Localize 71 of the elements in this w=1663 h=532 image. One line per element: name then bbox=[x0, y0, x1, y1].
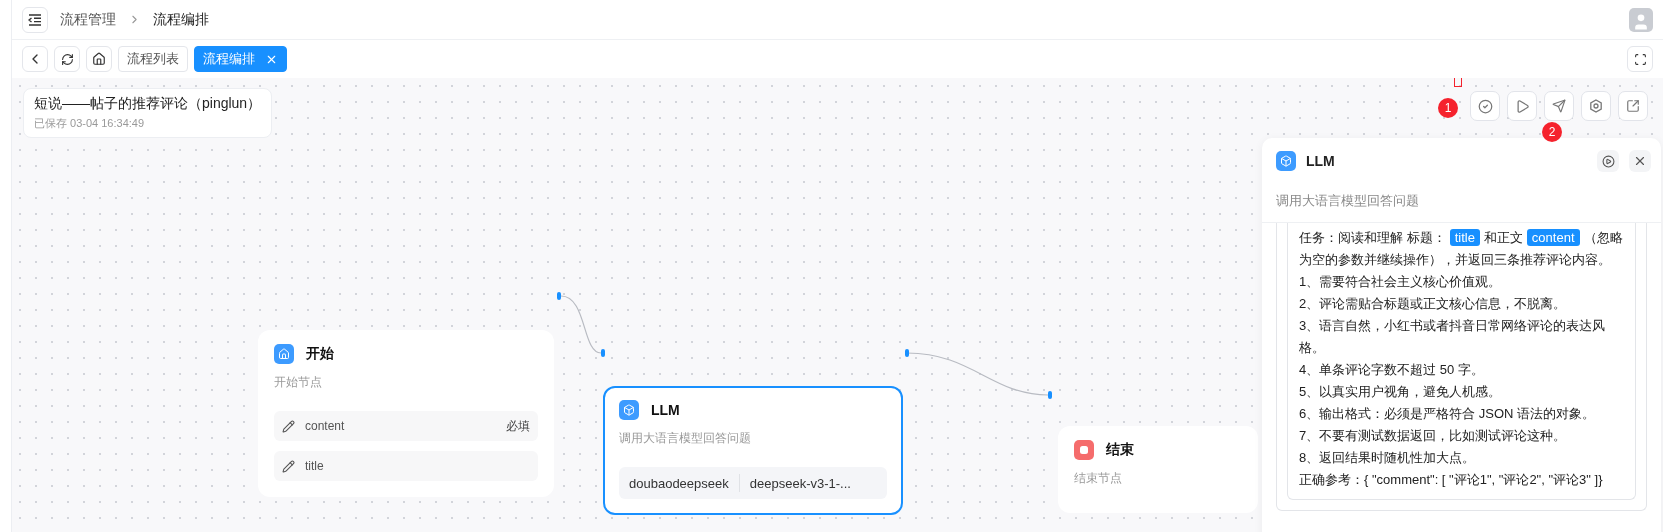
hexagon-gear-icon bbox=[1589, 99, 1603, 113]
scan-icon bbox=[1633, 52, 1647, 66]
panel-description: 调用大语言模型回答问题 bbox=[1276, 192, 1420, 210]
send-icon bbox=[1552, 99, 1566, 113]
run-button[interactable] bbox=[1507, 91, 1537, 121]
provider-name: doubaodeepseek bbox=[629, 475, 729, 491]
prompt-line: 8、返回结果时随机性加大点。 bbox=[1299, 449, 1477, 467]
panel-title: LLM bbox=[1306, 153, 1335, 169]
save-status: 已保存 03-04 16:34:49 bbox=[34, 116, 146, 131]
prompt-line: 1、需要符合社会主义核心价值观。 bbox=[1299, 273, 1503, 291]
prompt-line: 5、以真实用户视角，避免人机感。 bbox=[1299, 383, 1503, 401]
play-circle-icon bbox=[1601, 154, 1615, 168]
close-button[interactable] bbox=[1629, 150, 1651, 172]
node-handle[interactable] bbox=[601, 349, 605, 357]
pencil-icon bbox=[282, 419, 295, 433]
refresh-button[interactable] bbox=[54, 46, 80, 72]
prompt-line: 2、评论需贴合标题或正文核心信息，不脱离。 bbox=[1299, 295, 1568, 313]
settings-button[interactable] bbox=[1581, 91, 1611, 121]
menu-button[interactable] bbox=[22, 6, 48, 33]
cube-icon bbox=[623, 404, 635, 416]
node-description: 开始节点 bbox=[274, 374, 323, 391]
prompt-line: 任务：阅读和理解 标题： title 和正文 content （忽略为空的参数并继续操作），并返回三条推荐评论内容。 bbox=[1299, 228, 1624, 269]
fullscreen-button[interactable] bbox=[1627, 46, 1653, 72]
parameter-row[interactable]: title bbox=[274, 451, 538, 481]
node-handle[interactable] bbox=[1048, 391, 1052, 399]
run-node-button[interactable] bbox=[1597, 150, 1619, 172]
prompt-line: 7、不要有测试数据返回，比如测试评论这种。 bbox=[1299, 427, 1568, 445]
parameter-row[interactable]: content 必填 bbox=[274, 411, 538, 441]
connector-line bbox=[561, 294, 601, 357]
node-card[interactable]: 开始 开始节点 content 必填 title bbox=[258, 330, 554, 497]
prompt-line: 正确参考：{ "comment": [ "评论1", "评论2", "评论3" ]} bbox=[1299, 471, 1604, 489]
node-card[interactable]: LLM 调用大语言模型回答问题 doubaodeepseek deepseek-v3-1-... bbox=[603, 386, 903, 515]
close-icon bbox=[1633, 154, 1647, 168]
node-card[interactable]: 结束 结束节点 bbox=[1058, 426, 1258, 513]
check-circle-icon bbox=[1477, 98, 1493, 114]
node-handle[interactable] bbox=[905, 349, 909, 357]
play-icon bbox=[1514, 98, 1530, 114]
parameter-name: title bbox=[305, 459, 324, 473]
required-label: 必填 bbox=[506, 417, 530, 435]
check-button[interactable] bbox=[1470, 91, 1500, 121]
marker-box bbox=[1454, 78, 1462, 87]
prompt-line: 3、语言自然，小红书或者抖音日常网络评论的表达风格。 bbox=[1299, 317, 1607, 357]
publish-button[interactable] bbox=[1544, 91, 1574, 121]
model-name: deepseek-v3-1-... bbox=[749, 475, 851, 491]
stop-icon bbox=[1079, 445, 1089, 455]
node-description: 结束节点 bbox=[1074, 470, 1123, 487]
external-link-icon bbox=[1626, 99, 1640, 113]
menu-icon bbox=[28, 13, 42, 26]
breadcrumb-item: 流程编排 bbox=[153, 10, 209, 29]
cube-icon bbox=[1280, 155, 1292, 167]
node-description: 调用大语言模型回答问题 bbox=[619, 430, 752, 447]
node-title: 结束 bbox=[1106, 441, 1134, 459]
back-button[interactable] bbox=[22, 46, 48, 72]
home-button[interactable] bbox=[86, 46, 112, 72]
node-handle[interactable] bbox=[557, 292, 561, 300]
prompt-line: 4、单条评论字数不超过 50 字。 bbox=[1299, 361, 1485, 379]
parameter-name: content bbox=[305, 419, 345, 433]
breadcrumb-item[interactable]: 流程管理 bbox=[60, 10, 116, 29]
flow-name: 短说——帖子的推荐评论（pinglun） bbox=[34, 95, 262, 113]
node-title: 开始 bbox=[306, 345, 334, 363]
export-button[interactable] bbox=[1618, 91, 1648, 121]
model-selector[interactable]: doubaodeepseek deepseek-v3-1-... bbox=[619, 467, 887, 499]
tab[interactable]: 流程列表 bbox=[118, 46, 188, 72]
home-icon bbox=[92, 52, 106, 66]
prompt-line: 6、输出格式：必须是严格符合 JSON 语法的对象。 bbox=[1299, 405, 1597, 423]
refresh-icon bbox=[60, 52, 74, 66]
node-title: LLM bbox=[651, 402, 680, 418]
number-badge: 1 bbox=[1438, 98, 1458, 118]
pencil-icon bbox=[282, 459, 295, 473]
number-badge: 2 bbox=[1542, 122, 1562, 142]
home-icon bbox=[278, 348, 290, 360]
